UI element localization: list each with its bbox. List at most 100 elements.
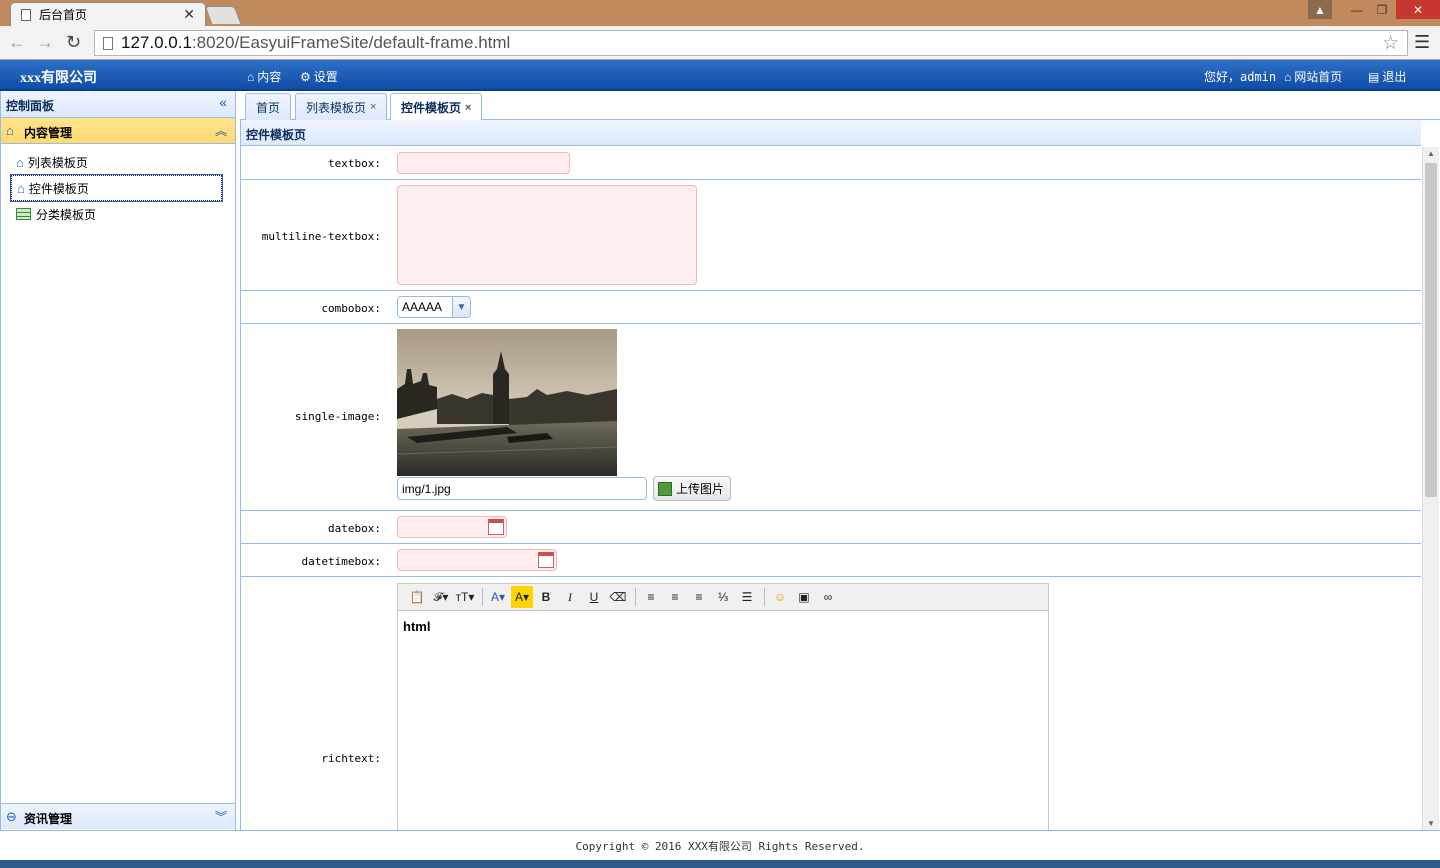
back-icon[interactable]: ← bbox=[8, 32, 26, 53]
footer: Copyright © 2016 XXX有限公司 Rights Reserved… bbox=[0, 830, 1440, 860]
chevron-up-icon[interactable]: ︽ bbox=[215, 122, 227, 139]
unordered-list-icon[interactable]: ☰ bbox=[736, 586, 758, 608]
copyright-text: Copyright © 2016 XXX有限公司 Rights Reserved… bbox=[575, 839, 865, 853]
bookmark-star-icon[interactable]: ☆ bbox=[1382, 32, 1399, 55]
app-header: xxx有限公司 ⌂ 内容 ⚙ 设置 您好，admin ⌂ 网站首页 ▤ 退出 bbox=[0, 60, 1440, 91]
browser-tab[interactable]: 后台首页 ✕ bbox=[10, 2, 206, 26]
brand-title: xxx有限公司 bbox=[20, 71, 97, 86]
close-icon[interactable]: × bbox=[465, 102, 471, 114]
tab-label: 首页 bbox=[256, 100, 281, 115]
scroll-up-icon[interactable]: ▲ bbox=[1427, 149, 1435, 158]
bold-icon[interactable]: B bbox=[535, 586, 557, 608]
user-icon[interactable]: ▲ bbox=[1308, 0, 1332, 19]
calendar-icon[interactable] bbox=[538, 552, 554, 568]
highlight-color-icon[interactable]: A▾ bbox=[511, 586, 533, 608]
maximize-button[interactable]: ❐ bbox=[1370, 0, 1394, 19]
nav-content[interactable]: ⌂ 内容 bbox=[247, 68, 281, 85]
vertical-scrollbar[interactable]: ▲ ▼ bbox=[1422, 147, 1439, 830]
eraser-icon[interactable]: ⌫ bbox=[607, 586, 629, 608]
accordion-news-management[interactable]: ⊖ 资讯管理 ︾ bbox=[1, 803, 235, 829]
editor-toolbar: 📋 𝓕▾ тT▾ A▾ A▾ B I U ⌫ ≡ ≡ ≡ ⅓ ☰ ☺ ▣ ∞ bbox=[398, 584, 1048, 611]
grid-icon bbox=[16, 208, 31, 220]
underline-icon[interactable]: U bbox=[583, 586, 605, 608]
insert-image-icon[interactable]: ▣ bbox=[793, 586, 815, 608]
nav-site-home[interactable]: ⌂ 网站首页 bbox=[1284, 68, 1342, 85]
greeting: 您好，admin bbox=[1204, 70, 1277, 84]
panel-title: 控件模板页 bbox=[246, 128, 307, 142]
sidebar: 控制面板 « ⌂ 内容管理 ︽ ⌂ 列表模板页 ⌂ 控件模板页 分类模板页 ⊖ … bbox=[0, 91, 236, 830]
tab-control-template[interactable]: 控件模板页 × bbox=[390, 93, 483, 121]
url-host: 127.0.0.1 bbox=[121, 33, 192, 52]
home-icon: ⌂ bbox=[17, 180, 25, 196]
chevron-down-icon[interactable]: ▼ bbox=[452, 297, 470, 317]
calendar-icon[interactable] bbox=[488, 519, 504, 535]
align-left-icon[interactable]: ≡ bbox=[640, 586, 662, 608]
collapse-sidebar-icon[interactable]: « bbox=[219, 94, 227, 110]
reload-icon[interactable]: ↻ bbox=[66, 32, 81, 53]
address-bar: ← → ↻ 127.0.0.1:8020/EasyuiFrameSite/def… bbox=[0, 26, 1440, 60]
browser-tab-title: 后台首页 bbox=[39, 8, 88, 22]
chevron-down-icon[interactable]: ︾ bbox=[215, 808, 227, 825]
accordion-content-management[interactable]: ⌂ 内容管理 ︽ bbox=[1, 118, 235, 144]
scroll-down-icon[interactable]: ▼ bbox=[1427, 819, 1435, 828]
news-icon: ⊖ bbox=[6, 809, 17, 824]
preview-image bbox=[397, 329, 617, 476]
font-size-icon[interactable]: тT▾ bbox=[454, 586, 476, 608]
field-label: datebox: bbox=[328, 522, 381, 535]
link-icon[interactable]: ∞ bbox=[817, 586, 839, 608]
paste-icon[interactable]: 📋 bbox=[406, 586, 428, 608]
browser-titlebar: 后台首页 ✕ ▲ — ❐ ✕ bbox=[0, 0, 1440, 26]
textbox-input[interactable] bbox=[397, 152, 570, 174]
scroll-thumb[interactable] bbox=[1425, 163, 1437, 497]
image-path-input[interactable]: img/1.jpg bbox=[397, 477, 647, 500]
close-window-button[interactable]: ✕ bbox=[1396, 0, 1440, 19]
minimize-button[interactable]: — bbox=[1344, 0, 1370, 19]
form-row-multiline: multiline-textbox: bbox=[241, 180, 1421, 291]
logout-icon: ▤ bbox=[1368, 69, 1380, 84]
multiline-textarea[interactable] bbox=[397, 185, 697, 285]
emoticon-icon[interactable]: ☺ bbox=[769, 586, 791, 608]
align-right-icon[interactable]: ≡ bbox=[688, 586, 710, 608]
field-label: datetimebox: bbox=[301, 555, 381, 568]
nav-logout[interactable]: ▤ 退出 bbox=[1368, 68, 1406, 85]
main-area: 首页 列表模板页 × 控件模板页 × 控件模板页 textbox: multil… bbox=[240, 91, 1440, 830]
editor-content[interactable]: html bbox=[398, 611, 1048, 642]
upload-image-button[interactable]: 上传图片 bbox=[653, 476, 731, 501]
sidebar-item-control-template[interactable]: ⌂ 控件模板页 bbox=[10, 174, 223, 202]
form-row-combobox: combobox: AAAAA ▼ bbox=[241, 291, 1421, 324]
form-row-datebox: datebox: bbox=[241, 511, 1421, 544]
close-icon[interactable]: × bbox=[370, 101, 376, 113]
url-input[interactable]: 127.0.0.1:8020/EasyuiFrameSite/default-f… bbox=[94, 30, 1408, 56]
font-color-icon[interactable]: A▾ bbox=[487, 586, 509, 608]
forward-icon[interactable]: → bbox=[36, 32, 54, 53]
nav-content-label: 内容 bbox=[257, 70, 282, 84]
page-icon bbox=[21, 8, 31, 21]
sidebar-item-category-template[interactable]: 分类模板页 bbox=[11, 201, 222, 227]
ordered-list-icon[interactable]: ⅓ bbox=[712, 586, 734, 608]
home-icon: ⌂ bbox=[6, 123, 14, 138]
datetimebox-input[interactable] bbox=[397, 549, 557, 571]
tab-list-template[interactable]: 列表模板页 × bbox=[295, 93, 388, 120]
font-family-icon[interactable]: 𝓕▾ bbox=[430, 586, 452, 608]
combobox-select[interactable]: AAAAA ▼ bbox=[397, 296, 471, 318]
browser-menu-icon[interactable]: ☰ bbox=[1414, 32, 1430, 53]
close-tab-icon[interactable]: ✕ bbox=[183, 6, 195, 23]
tab-home[interactable]: 首页 bbox=[245, 93, 292, 120]
field-label: multiline-textbox: bbox=[261, 230, 381, 243]
sidebar-item-list-template[interactable]: ⌂ 列表模板页 bbox=[11, 149, 222, 175]
new-tab-button[interactable] bbox=[204, 6, 242, 24]
nav-settings[interactable]: ⚙ 设置 bbox=[300, 68, 338, 85]
os-taskbar bbox=[0, 860, 1440, 868]
home-icon: ⌂ bbox=[247, 69, 255, 84]
image-path-value: img/1.jpg bbox=[402, 481, 451, 496]
italic-icon[interactable]: I bbox=[559, 586, 581, 608]
field-label: richtext: bbox=[321, 752, 381, 765]
nav-settings-label: 设置 bbox=[313, 70, 338, 84]
accordion-title: 内容管理 bbox=[24, 126, 73, 140]
richtext-editor[interactable]: 📋 𝓕▾ тT▾ A▾ A▾ B I U ⌫ ≡ ≡ ≡ ⅓ ☰ ☺ ▣ ∞ h… bbox=[397, 583, 1049, 830]
home-icon: ⌂ bbox=[1284, 69, 1292, 84]
nav-logout-label: 退出 bbox=[1382, 70, 1407, 84]
align-center-icon[interactable]: ≡ bbox=[664, 586, 686, 608]
datebox-input[interactable] bbox=[397, 516, 507, 538]
form-row-textbox: textbox: bbox=[241, 146, 1421, 180]
